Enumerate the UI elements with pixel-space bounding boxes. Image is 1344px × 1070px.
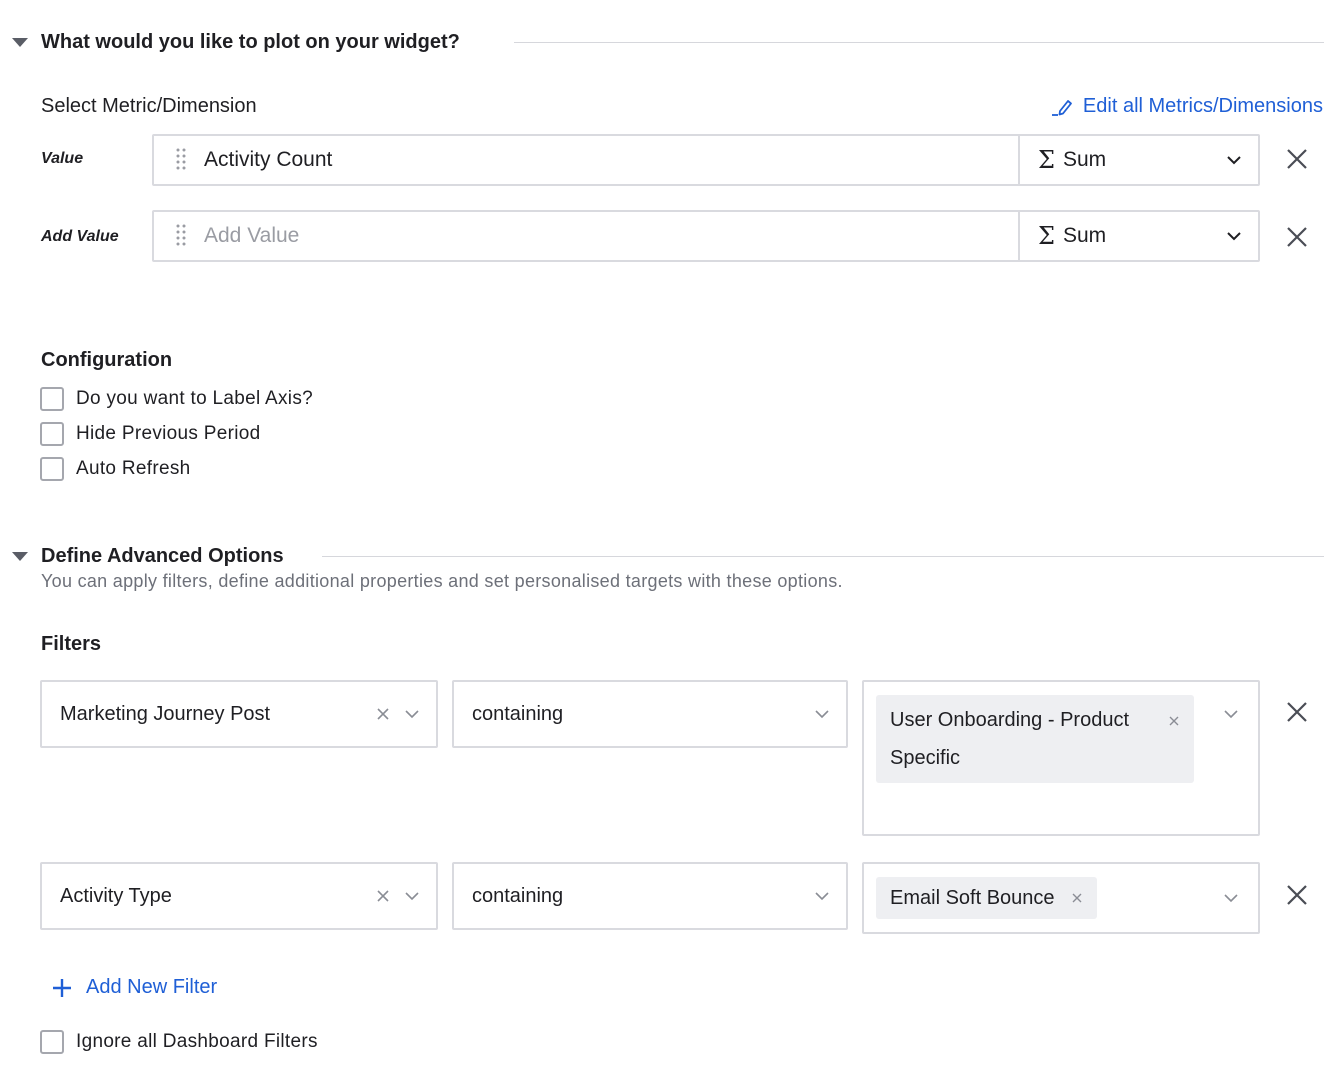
clear-icon[interactable] <box>376 889 390 903</box>
add-value-row-box: Add Value Σ Sum <box>152 210 1260 262</box>
filter-field-select[interactable]: Marketing Journey Post <box>40 680 438 748</box>
section-divider <box>322 556 1324 557</box>
filter-operator-select[interactable]: containing <box>452 862 848 930</box>
label-axis-checkbox[interactable] <box>40 387 64 411</box>
advanced-section-title: Define Advanced Options <box>41 545 284 567</box>
remove-filter-button[interactable] <box>1283 698 1311 726</box>
close-icon <box>1287 227 1307 247</box>
filter-operator-select[interactable]: containing <box>452 680 848 748</box>
chevron-down-icon <box>1226 228 1242 244</box>
filter-field-value: Activity Type <box>60 884 172 907</box>
filter-field-value: Marketing Journey Post <box>60 702 271 725</box>
add-value-field[interactable]: Add Value <box>154 212 1020 260</box>
hide-previous-period-checkbox[interactable] <box>40 422 64 446</box>
close-icon <box>1287 885 1307 905</box>
add-new-filter-label: Add New Filter <box>86 976 218 998</box>
chevron-down-icon <box>814 706 830 722</box>
select-metric-label: Select Metric/Dimension <box>41 95 257 117</box>
remove-tag-icon[interactable] <box>1168 715 1180 727</box>
collapse-caret-icon[interactable] <box>12 38 28 47</box>
drag-handle-icon[interactable] <box>174 147 188 173</box>
filter-value-tag: Email Soft Bounce <box>876 877 1097 919</box>
remove-value-button[interactable] <box>1283 145 1311 173</box>
chevron-down-icon <box>1224 890 1240 906</box>
ignore-dashboard-filters-label: Ignore all Dashboard Filters <box>76 1031 318 1052</box>
aggregation-value: Sum <box>1062 224 1107 247</box>
close-icon <box>1287 149 1307 169</box>
ignore-dashboard-filters-checkbox[interactable] <box>40 1030 64 1054</box>
filter-operator-value: containing <box>472 702 564 725</box>
value-row-box: Activity Count Σ Sum <box>152 134 1260 186</box>
filter-value-tag: User Onboarding - Product Specific <box>876 695 1194 783</box>
chevron-down-icon <box>814 888 830 904</box>
remove-filter-button[interactable] <box>1283 881 1311 909</box>
label-axis-option[interactable]: Do you want to Label Axis? <box>40 387 313 411</box>
value-field[interactable]: Activity Count <box>154 136 1020 184</box>
remove-add-value-button[interactable] <box>1283 223 1311 251</box>
chevron-down-icon <box>1224 706 1240 722</box>
filters-title: Filters <box>41 633 102 655</box>
auto-refresh-option[interactable]: Auto Refresh <box>40 457 191 481</box>
filter-values-select[interactable]: User Onboarding - Product Specific <box>862 680 1260 836</box>
remove-tag-icon[interactable] <box>1071 892 1083 904</box>
auto-refresh-checkbox[interactable] <box>40 457 64 481</box>
aggregation-select[interactable]: Σ Sum <box>1020 136 1258 184</box>
edit-metrics-link[interactable]: Edit all Metrics/Dimensions <box>1051 95 1323 118</box>
close-icon <box>1287 702 1307 722</box>
chevron-down-icon <box>1226 152 1242 168</box>
collapse-caret-icon[interactable] <box>12 552 28 561</box>
add-value-placeholder: Add Value <box>204 224 300 247</box>
add-value-row-label: Add Value <box>41 228 119 245</box>
filter-field-select[interactable]: Activity Type <box>40 862 438 930</box>
value-text: Activity Count <box>204 148 333 171</box>
drag-handle-icon[interactable] <box>174 223 188 249</box>
chevron-down-icon <box>404 706 420 722</box>
label-axis-label: Do you want to Label Axis? <box>76 388 313 409</box>
section-divider <box>514 42 1324 43</box>
sigma-icon: Σ <box>1038 222 1055 250</box>
sigma-icon: Σ <box>1038 146 1055 174</box>
aggregation-select[interactable]: Σ Sum <box>1020 212 1258 260</box>
filter-operator-value: containing <box>472 884 564 907</box>
clear-icon[interactable] <box>376 707 390 721</box>
plus-icon <box>53 978 71 997</box>
configuration-title: Configuration <box>41 349 173 371</box>
pencil-icon <box>1051 98 1073 116</box>
filter-values-select[interactable]: Email Soft Bounce <box>862 862 1260 934</box>
ignore-dashboard-filters-option[interactable]: Ignore all Dashboard Filters <box>40 1030 318 1054</box>
hide-previous-period-option[interactable]: Hide Previous Period <box>40 422 260 446</box>
edit-metrics-label: Edit all Metrics/Dimensions <box>1082 95 1323 117</box>
plot-section-title: What would you like to plot on your widg… <box>41 31 460 53</box>
add-new-filter-button[interactable]: Add New Filter <box>52 976 217 999</box>
aggregation-value: Sum <box>1062 148 1107 171</box>
chevron-down-icon <box>404 888 420 904</box>
filter-value-tag-label: Email Soft Bounce <box>890 887 1055 909</box>
auto-refresh-label: Auto Refresh <box>76 458 191 479</box>
advanced-description: You can apply filters, define additional… <box>41 571 843 591</box>
hide-previous-period-label: Hide Previous Period <box>76 423 261 444</box>
filter-value-tag-label: User Onboarding - Product Specific <box>890 709 1130 769</box>
value-row-label: Value <box>41 150 84 167</box>
